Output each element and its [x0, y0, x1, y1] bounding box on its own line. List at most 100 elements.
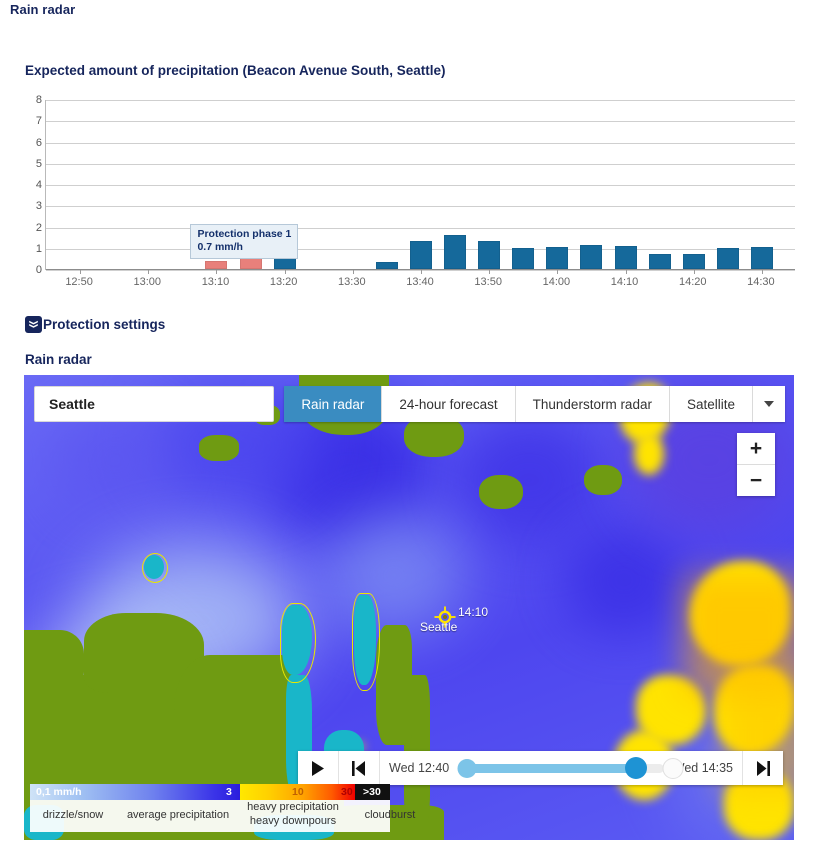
radar-playback-bar[interactable]: Wed 12:40 Wed 14:35 — [298, 751, 783, 785]
zoom-in-button[interactable]: + — [737, 433, 775, 465]
chart-gridline — [46, 142, 795, 144]
chart-y-tick-label: 2 — [35, 221, 42, 234]
chart-x-tick-label: 14:30 — [747, 276, 775, 288]
chart-bar[interactable] — [205, 260, 228, 269]
chart-bar[interactable] — [410, 241, 432, 269]
slider-fill — [467, 763, 637, 773]
chart-bar[interactable] — [580, 244, 603, 269]
slider-handle-start[interactable] — [457, 758, 477, 778]
chart-y-tick-label: 7 — [35, 115, 42, 128]
chart-x-tick-label: 13:50 — [474, 276, 502, 288]
map-zoom-controls[interactable]: + − — [737, 433, 775, 496]
map-tabs-more-button[interactable] — [753, 386, 785, 422]
play-button[interactable] — [298, 751, 339, 785]
chart-x-tick — [284, 270, 286, 274]
legend-stop-30: 30 — [341, 786, 353, 798]
chart-x-tick-label: 13:30 — [338, 276, 366, 288]
map-layer-tabs[interactable]: Rain radar 24-hour forecast Thunderstorm r… — [284, 386, 785, 422]
chart-x-tick — [625, 270, 627, 274]
legend-label-0: drizzle/snow — [34, 809, 112, 823]
skip-back-icon — [352, 760, 365, 776]
chart-y-tick-label: 1 — [35, 242, 42, 255]
rain-radar-map[interactable]: Seattle Rain radar 24-hour forecast Thunde… — [24, 375, 794, 840]
legend-unit-label: 0,1 mm/h — [36, 786, 82, 798]
radar-cell — [454, 415, 604, 545]
chart-x-axis-labels: 12:50 13:00 13:10 13:20 13:30 13:40 13:50 14:00… — [45, 276, 795, 296]
chevron-down-icon — [764, 401, 774, 407]
chart-x-tick — [216, 270, 218, 274]
chart-x-tick-label: 13:10 — [201, 276, 230, 288]
chart-x-tick — [557, 270, 559, 274]
chart-x-tick — [80, 270, 82, 274]
chart-gridline — [46, 121, 795, 123]
chart-x-tick-label: 14:20 — [678, 276, 707, 288]
chart-gridline — [46, 185, 795, 186]
location-search-input[interactable]: Seattle — [34, 386, 274, 422]
legend-stop-3: 3 — [226, 786, 232, 798]
slider-handle-end[interactable] — [662, 757, 684, 779]
chart-bar[interactable] — [478, 241, 501, 269]
legend-label-2: heavy precipitation heavy downpours — [228, 801, 358, 829]
radar-section-title: Rain radar — [25, 352, 92, 367]
chart-bar[interactable] — [750, 246, 773, 269]
coastline — [352, 593, 380, 691]
chart-bar[interactable] — [546, 246, 569, 269]
chart-y-tick-label: 5 — [35, 157, 42, 170]
chart-gridline — [46, 227, 795, 229]
marker-time-label: 14:10 — [458, 605, 489, 619]
slider-handle-current[interactable] — [625, 757, 648, 779]
chart-bar[interactable] — [682, 254, 705, 269]
radar-legend: 0,1 mm/h 3 10 30 >30 drizzle/snow average… — [30, 784, 415, 832]
chart-x-tick — [489, 270, 491, 274]
legend-stop-over-30: >30 — [363, 786, 381, 798]
tooltip-line-1: Protection phase 1 — [197, 228, 292, 240]
legend-label-line: heavy precipitation — [247, 801, 339, 813]
chart-x-tick — [148, 270, 150, 274]
map-tab-24-hour-forecast[interactable]: 24-hour forecast — [382, 386, 516, 422]
chart-x-tick — [352, 270, 354, 274]
protection-settings-label: Protection settings — [43, 317, 166, 332]
legend-label-line: average precipitation — [126, 809, 230, 821]
map-tab-satellite[interactable]: Satellite — [669, 386, 753, 422]
coastline — [142, 553, 168, 583]
skip-forward-icon — [757, 760, 770, 776]
chart-x-tick-label: 12:50 — [65, 276, 93, 288]
chart-tooltip: Protection phase 1 0.7 mm/h — [190, 224, 299, 260]
time-range-slider[interactable] — [457, 751, 684, 785]
legend-label-line: drizzle/snow — [42, 809, 104, 821]
legend-label-line: cloudburst — [364, 809, 416, 821]
legend-label-1: average precipitation — [112, 809, 244, 823]
legend-stop-10: 10 — [292, 786, 304, 798]
skip-forward-button[interactable] — [742, 751, 783, 785]
chart-bar[interactable] — [512, 247, 535, 269]
marker-location-label: Seattle — [420, 620, 458, 634]
legend-gradient-bar: 0,1 mm/h 3 10 30 >30 — [30, 784, 390, 800]
chart-x-tick — [761, 270, 763, 274]
chart-x-tick — [693, 270, 695, 274]
chart-title: Expected amount of precipitation (Beacon… — [25, 63, 446, 78]
zoom-out-button[interactable]: − — [737, 465, 775, 496]
chart-y-tick-label: 3 — [35, 200, 42, 213]
land-area — [479, 475, 523, 509]
chart-bar[interactable] — [444, 235, 467, 269]
chart-bar[interactable] — [375, 261, 398, 269]
chart-y-tick-label: 8 — [35, 94, 42, 106]
legend-label-line: heavy downpours — [249, 814, 337, 827]
land-area — [376, 625, 412, 745]
location-search-value: Seattle — [49, 396, 95, 412]
play-icon — [312, 760, 324, 776]
chart-bar[interactable] — [614, 245, 637, 269]
map-tab-thunderstorm-radar[interactable]: Thunderstorm radar — [515, 386, 670, 422]
precipitation-chart: 0 1 2 3 4 5 6 7 8 12:50 13:00 13:10 13:20 13:30 13:40… — [25, 94, 795, 300]
chart-bar[interactable] — [648, 254, 671, 269]
protection-settings-row[interactable]: Protection settings — [25, 316, 165, 333]
chart-y-tick-label: 0 — [35, 264, 42, 276]
chart-gridline — [46, 206, 795, 208]
chart-bar[interactable] — [716, 247, 739, 269]
skip-back-button[interactable] — [339, 751, 380, 785]
map-tab-rain-radar[interactable]: Rain radar — [284, 386, 383, 422]
playback-start-time: Wed 12:40 — [389, 761, 450, 775]
chart-gridline — [46, 100, 795, 101]
radar-cell — [564, 525, 684, 635]
chart-y-tick-label: 6 — [35, 136, 42, 149]
